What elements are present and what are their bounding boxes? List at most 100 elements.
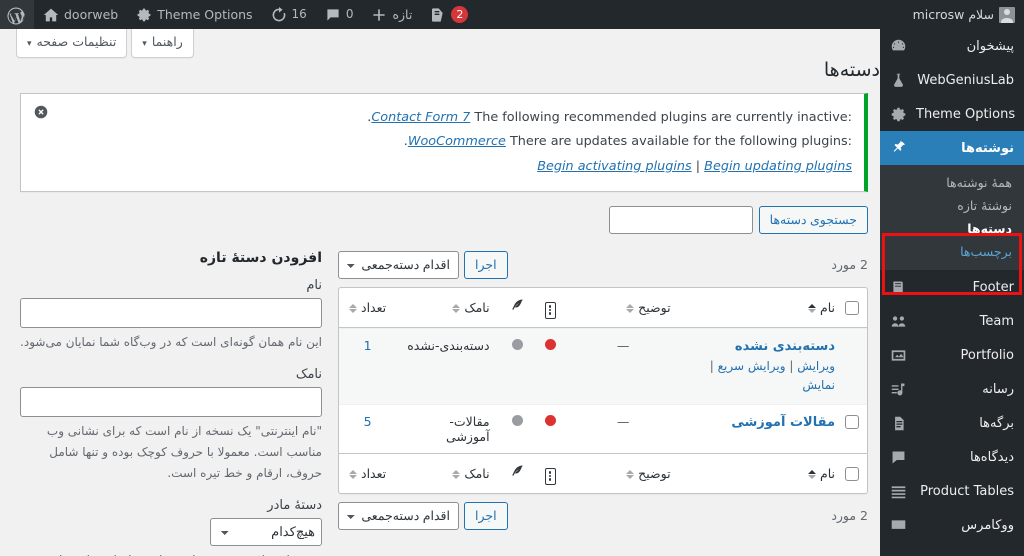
row-action-quick-edit[interactable]: ویرایش سریع <box>718 359 786 373</box>
sidebar-item-team[interactable]: Team <box>880 304 1024 338</box>
column-header-name[interactable]: نام <box>680 288 845 328</box>
screen-options-tab[interactable]: تنظیمات صفحه ▾ <box>16 29 128 58</box>
contact-form-7-link[interactable]: Contact Form 7 <box>371 110 470 125</box>
column-header-count-label: تعداد <box>361 299 387 315</box>
categories-layout: افزودن دستهٔ تازه نام این نام همان گونه‌… <box>20 250 868 556</box>
notice-dismiss-button[interactable] <box>31 104 51 124</box>
column-footer-slug[interactable]: نامک <box>396 452 500 493</box>
sidebar-item-posts[interactable]: نوشته‌ها <box>880 131 1024 165</box>
column-header-seo-score <box>534 288 566 328</box>
admin-bar-yoast-notifications[interactable]: 2 <box>421 0 477 29</box>
category-name-label: نام <box>306 277 322 293</box>
admin-bar-site-label: doorweb <box>64 7 119 22</box>
help-tab[interactable]: راهنما ▾ <box>131 29 194 58</box>
row-description: — <box>616 413 630 429</box>
sidebar-item-product-tables[interactable]: Product Tables <box>880 474 1024 508</box>
admin-bar-new-content[interactable]: تازه <box>362 0 421 29</box>
table-foot: نام توضیح نامک تعداد <box>339 452 867 493</box>
dashboard-icon <box>888 36 908 56</box>
main-content: راهنما ▾ تنظیمات صفحه ▾ دسته‌ها .Contact F… <box>0 29 880 556</box>
sidebar-item-webgeniuslab[interactable]: WebGeniusLab <box>880 63 1024 97</box>
begin-updating-plugins-link[interactable]: Begin updating plugins <box>704 159 852 174</box>
sidebar-item-theme-options[interactable]: Theme Options <box>880 97 1024 131</box>
add-category-heading: افزودن دستهٔ تازه <box>199 249 322 266</box>
vertical-dots-icon <box>544 467 556 485</box>
avatar-icon <box>999 6 1015 23</box>
close-icon <box>34 105 48 123</box>
readability-score-dot-icon <box>511 338 523 350</box>
vertical-dots-icon <box>544 301 556 319</box>
pin-icon <box>888 138 908 158</box>
sort-arrows-icon <box>349 303 357 313</box>
category-parent-select[interactable]: هیچ‌کدام <box>210 517 322 546</box>
admin-bar-updates[interactable]: 16 <box>262 0 316 29</box>
sidebar-item-label: Product Tables <box>920 483 1014 499</box>
home-icon <box>43 7 59 23</box>
bulk-action-select-bottom[interactable]: اقدام دسته‌جمعی <box>338 501 459 530</box>
sidebar-item-label: پیشخوان <box>966 38 1014 54</box>
apply-bulk-action-button-bottom[interactable]: اجرا <box>464 501 508 530</box>
row-action-view[interactable]: نمایش <box>802 378 835 392</box>
category-name-field-group: نام این نام همان گونه‌ای است که در وب‌گا… <box>20 278 322 353</box>
category-name-link[interactable]: دسته‌بندی نشده <box>735 339 835 354</box>
select-all-checkbox-footer[interactable] <box>845 467 859 481</box>
admin-bar-wordpress-logo[interactable] <box>0 0 34 29</box>
admin-bar-new-label: تازه <box>392 7 413 22</box>
select-all-checkbox[interactable] <box>845 301 859 315</box>
row-seo-score-cell <box>534 327 566 404</box>
sidebar-subitem-all-posts[interactable]: همهٔ نوشته‌ها <box>880 171 1024 194</box>
column-footer-seo-score <box>534 452 566 493</box>
post-count-link[interactable]: 1 <box>364 338 372 353</box>
table-body: دسته‌بندی نشده ویرایش | ویرایش سریع | نم… <box>339 327 867 453</box>
post-count-link[interactable]: 5 <box>364 414 372 429</box>
category-slug-input[interactable] <box>20 386 322 417</box>
sidebar-item-comments[interactable]: دیدگاه‌ها <box>880 440 1024 474</box>
column-header-description[interactable]: توضیح <box>565 288 681 328</box>
row-select-checkbox[interactable] <box>845 415 859 430</box>
column-header-slug[interactable]: نامک <box>396 288 500 328</box>
column-footer-description[interactable]: توضیح <box>565 452 681 493</box>
sidebar-item-footer[interactable]: Footer <box>880 270 1024 304</box>
table-header-row: نام توضیح نامک تعداد <box>339 288 867 328</box>
sidebar-item-portfolio[interactable]: Portfolio <box>880 338 1024 372</box>
admin-bar-my-account[interactable]: سلام microsw <box>904 0 1024 29</box>
wordpress-admin-screen: سلام microsw 2 تازه 0 16 Theme Options d… <box>0 0 1024 556</box>
sidebar-item-pages[interactable]: برگه‌ها <box>880 406 1024 440</box>
category-name-input[interactable] <box>20 297 322 328</box>
column-footer-name[interactable]: نام <box>680 452 845 493</box>
admin-bar-site-name[interactable]: doorweb <box>34 0 127 29</box>
category-search-form: جستجوی دسته‌ها <box>20 205 868 234</box>
sidebar-item-woocommerce[interactable]: ووکامرس <box>880 508 1024 542</box>
sidebar-subitem-tags[interactable]: برچسب‌ها <box>880 240 1024 263</box>
bulk-action-select-top[interactable]: اقدام دسته‌جمعی <box>338 250 459 279</box>
column-footer-slug-label: نامک <box>464 465 490 481</box>
page-title: دسته‌ها <box>823 59 880 81</box>
sidebar-item-label: دیدگاه‌ها <box>969 449 1014 465</box>
admin-bar-theme-options-label: Theme Options <box>157 7 253 22</box>
screen-meta-links: راهنما ▾ تنظیمات صفحه ▾ <box>12 29 194 58</box>
begin-activating-plugins-link[interactable]: Begin activating plugins <box>537 159 692 174</box>
sidebar-subitem-new-post[interactable]: نوشتهٔ تازه <box>880 194 1024 217</box>
search-input[interactable] <box>608 205 753 234</box>
column-footer-count[interactable]: تعداد <box>339 452 397 493</box>
sidebar-item-label: ووکامرس <box>961 517 1014 533</box>
sidebar-submenu-posts: همهٔ نوشته‌ها نوشتهٔ تازه دسته‌ها برچسب‌… <box>880 165 1024 270</box>
admin-bar-comments[interactable]: 0 <box>316 0 363 29</box>
chevron-down-icon: ▾ <box>27 39 32 49</box>
sidebar-item-media[interactable]: رسانه <box>880 372 1024 406</box>
column-header-count[interactable]: تعداد <box>339 288 397 328</box>
category-parent-help: دسته‌ها برخلاف برچسب‌ها می‌توانند سلسله … <box>20 550 322 556</box>
portfolio-icon <box>888 345 908 365</box>
row-action-edit[interactable]: ویرایش <box>797 359 835 373</box>
row-seo-score-cell <box>534 403 566 453</box>
admin-bar-theme-options[interactable]: Theme Options <box>127 0 261 29</box>
sort-arrows-icon <box>349 469 357 479</box>
sidebar-item-dashboard[interactable]: پیشخوان <box>880 29 1024 63</box>
search-categories-button[interactable]: جستجوی دسته‌ها <box>758 205 868 234</box>
woocommerce-link[interactable]: WooCommerce <box>408 134 506 149</box>
categories-list-panel: اقدام دسته‌جمعی اجرا 2 مورد نام <box>338 250 868 556</box>
column-header-name-label: نام <box>819 299 835 315</box>
category-name-link[interactable]: مقالات آموزشی <box>731 415 835 430</box>
apply-bulk-action-button-top[interactable]: اجرا <box>464 250 508 279</box>
sidebar-subitem-categories[interactable]: دسته‌ها <box>880 217 1024 240</box>
